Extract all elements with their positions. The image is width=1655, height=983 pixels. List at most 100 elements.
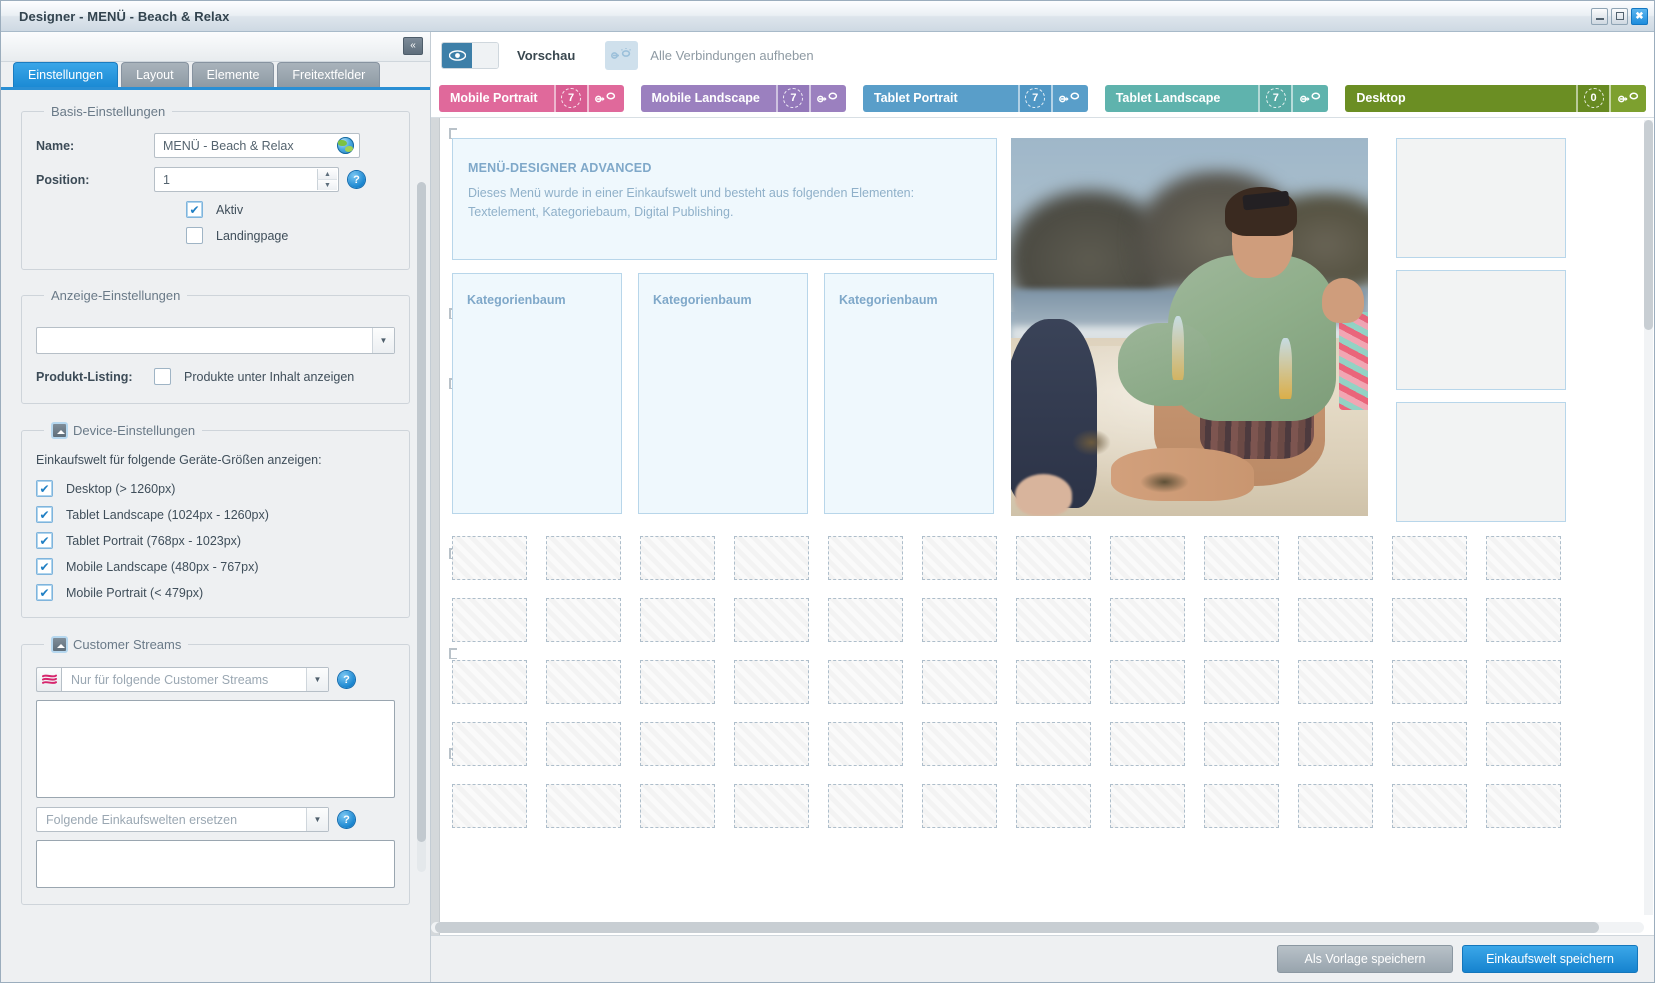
canvas-horizontal-scrollbar-thumb[interactable] (435, 922, 1600, 933)
chevron-down-icon-stream[interactable]: ▼ (306, 668, 328, 691)
placeholder-cell[interactable] (1204, 660, 1279, 704)
device-chip-count-mobile-portrait[interactable]: 7 (553, 84, 587, 112)
placeholder-cell[interactable] (1016, 536, 1091, 580)
side-placeholder-2[interactable] (1396, 270, 1566, 390)
placeholder-cell[interactable] (1204, 722, 1279, 766)
device-chip-link-tablet-portrait[interactable] (1050, 84, 1088, 112)
placeholder-cell[interactable] (1110, 784, 1185, 828)
side-placeholder-1[interactable] (1396, 138, 1566, 258)
placeholder-cell[interactable] (922, 598, 997, 642)
placeholder-cell[interactable] (1016, 660, 1091, 704)
save-as-template-button[interactable]: Als Vorlage speichern (1277, 945, 1453, 973)
placeholder-cell[interactable] (1298, 784, 1373, 828)
device-chip-count-desktop[interactable]: 0 (1576, 84, 1609, 112)
replace-select[interactable]: Folgende Einkaufswelten ersetzen ▼ (36, 807, 329, 832)
device-chip-link-mobile-landscape[interactable] (808, 84, 846, 112)
device-checkbox-tablet-portrait[interactable] (36, 532, 53, 549)
device-checkbox-tablet-landscape[interactable] (36, 506, 53, 523)
aktiv-checkbox[interactable] (186, 201, 203, 218)
placeholder-cell[interactable] (452, 660, 527, 704)
device-chip-desktop[interactable]: Desktop 0 (1345, 84, 1646, 112)
placeholder-cell[interactable] (1392, 660, 1467, 704)
globe-icon[interactable] (337, 137, 354, 154)
placeholder-cell[interactable] (1016, 722, 1091, 766)
placeholder-cell[interactable] (922, 536, 997, 580)
tab-freitextfelder[interactable]: Freitextfelder (277, 62, 381, 87)
placeholder-cell[interactable] (546, 784, 621, 828)
position-spin-down[interactable]: ▼ (317, 180, 337, 190)
maximize-button[interactable] (1611, 7, 1628, 25)
placeholder-cell[interactable] (1486, 722, 1561, 766)
sidebar-scrollbar-thumb[interactable] (417, 182, 426, 842)
placeholder-cell[interactable] (1110, 660, 1185, 704)
placeholder-cell[interactable] (1486, 598, 1561, 642)
placeholder-cell[interactable] (1298, 598, 1373, 642)
placeholder-cell[interactable] (828, 784, 903, 828)
device-chip-count-mobile-landscape[interactable]: 7 (775, 84, 809, 112)
placeholder-cell[interactable] (1204, 598, 1279, 642)
landingpage-checkbox[interactable] (186, 227, 203, 244)
collapse-toggle-icon[interactable] (51, 422, 68, 439)
device-checkbox-mobile-landscape[interactable] (36, 558, 53, 575)
placeholder-cell[interactable] (1110, 598, 1185, 642)
placeholder-cell[interactable] (828, 536, 903, 580)
tab-layout[interactable]: Layout (121, 62, 189, 87)
save-shopping-world-button[interactable]: Einkaufswelt speichern (1462, 945, 1638, 973)
device-chip-count-tablet-landscape[interactable]: 7 (1258, 84, 1292, 112)
placeholder-cell[interactable] (1392, 784, 1467, 828)
device-chip-link-desktop[interactable] (1609, 84, 1646, 112)
placeholder-cell[interactable] (1486, 660, 1561, 704)
placeholder-cell[interactable] (1392, 536, 1467, 580)
category-tree-block-3[interactable]: Kategorienbaum (824, 273, 994, 514)
tab-elemente[interactable]: Elemente (191, 62, 275, 87)
placeholder-cell[interactable] (1204, 536, 1279, 580)
canvas-vertical-scrollbar-thumb[interactable] (1644, 120, 1653, 330)
side-placeholder-3[interactable] (1396, 402, 1566, 522)
device-checkbox-desktop[interactable] (36, 480, 53, 497)
placeholder-cell[interactable] (734, 660, 809, 704)
device-chip-tablet-landscape[interactable]: Tablet Landscape 7 (1104, 84, 1329, 112)
placeholder-cell[interactable] (640, 784, 715, 828)
position-spinner-buttons[interactable]: ▲ ▼ (317, 169, 337, 190)
placeholder-cell[interactable] (640, 660, 715, 704)
placeholder-cell[interactable] (1486, 536, 1561, 580)
tab-einstellungen[interactable]: Einstellungen (13, 62, 119, 87)
placeholder-cell[interactable] (1298, 536, 1373, 580)
category-tree-block-2[interactable]: Kategorienbaum (638, 273, 808, 514)
placeholder-cell[interactable] (1110, 536, 1185, 580)
placeholder-cell[interactable] (452, 784, 527, 828)
placeholder-cell[interactable] (640, 722, 715, 766)
replace-listbox[interactable] (36, 840, 395, 888)
placeholder-cell[interactable] (546, 722, 621, 766)
collapse-sidebar-button[interactable]: « (403, 37, 423, 55)
position-spin-up[interactable]: ▲ (317, 169, 337, 180)
placeholder-cell[interactable] (640, 598, 715, 642)
placeholder-cell[interactable] (452, 598, 527, 642)
placeholder-cell[interactable] (452, 722, 527, 766)
anzeige-select[interactable]: ▼ (36, 327, 395, 354)
collapse-toggle-icon-streams[interactable] (51, 636, 68, 653)
replace-help-icon[interactable]: ? (338, 811, 355, 828)
stream-listbox[interactable] (36, 700, 395, 798)
placeholder-cell[interactable] (734, 722, 809, 766)
placeholder-cell[interactable] (1016, 784, 1091, 828)
device-chip-tablet-portrait[interactable]: Tablet Portrait 7 (862, 84, 1088, 112)
placeholder-cell[interactable] (734, 536, 809, 580)
produkt-listing-checkbox[interactable] (154, 368, 171, 385)
placeholder-cell[interactable] (1298, 660, 1373, 704)
placeholder-cell[interactable] (546, 536, 621, 580)
text-element-block[interactable]: MENÜ-DESIGNER ADVANCED Dieses Menü wurde… (452, 138, 997, 260)
device-chip-count-tablet-portrait[interactable]: 7 (1017, 84, 1051, 112)
placeholder-cell[interactable] (922, 784, 997, 828)
placeholder-cell[interactable] (546, 598, 621, 642)
preview-toggle[interactable] (441, 42, 499, 69)
device-chip-mobile-landscape[interactable]: Mobile Landscape 7 (640, 84, 846, 112)
placeholder-cell[interactable] (1110, 722, 1185, 766)
unlink-all-button[interactable] (605, 41, 639, 70)
placeholder-cell[interactable] (922, 722, 997, 766)
placeholder-cell[interactable] (452, 536, 527, 580)
canvas-horizontal-scrollbar[interactable] (431, 922, 1644, 933)
image-element-block[interactable] (1011, 138, 1368, 516)
device-chip-link-tablet-landscape[interactable] (1291, 84, 1328, 112)
sidebar-scrollbar[interactable] (417, 182, 426, 872)
